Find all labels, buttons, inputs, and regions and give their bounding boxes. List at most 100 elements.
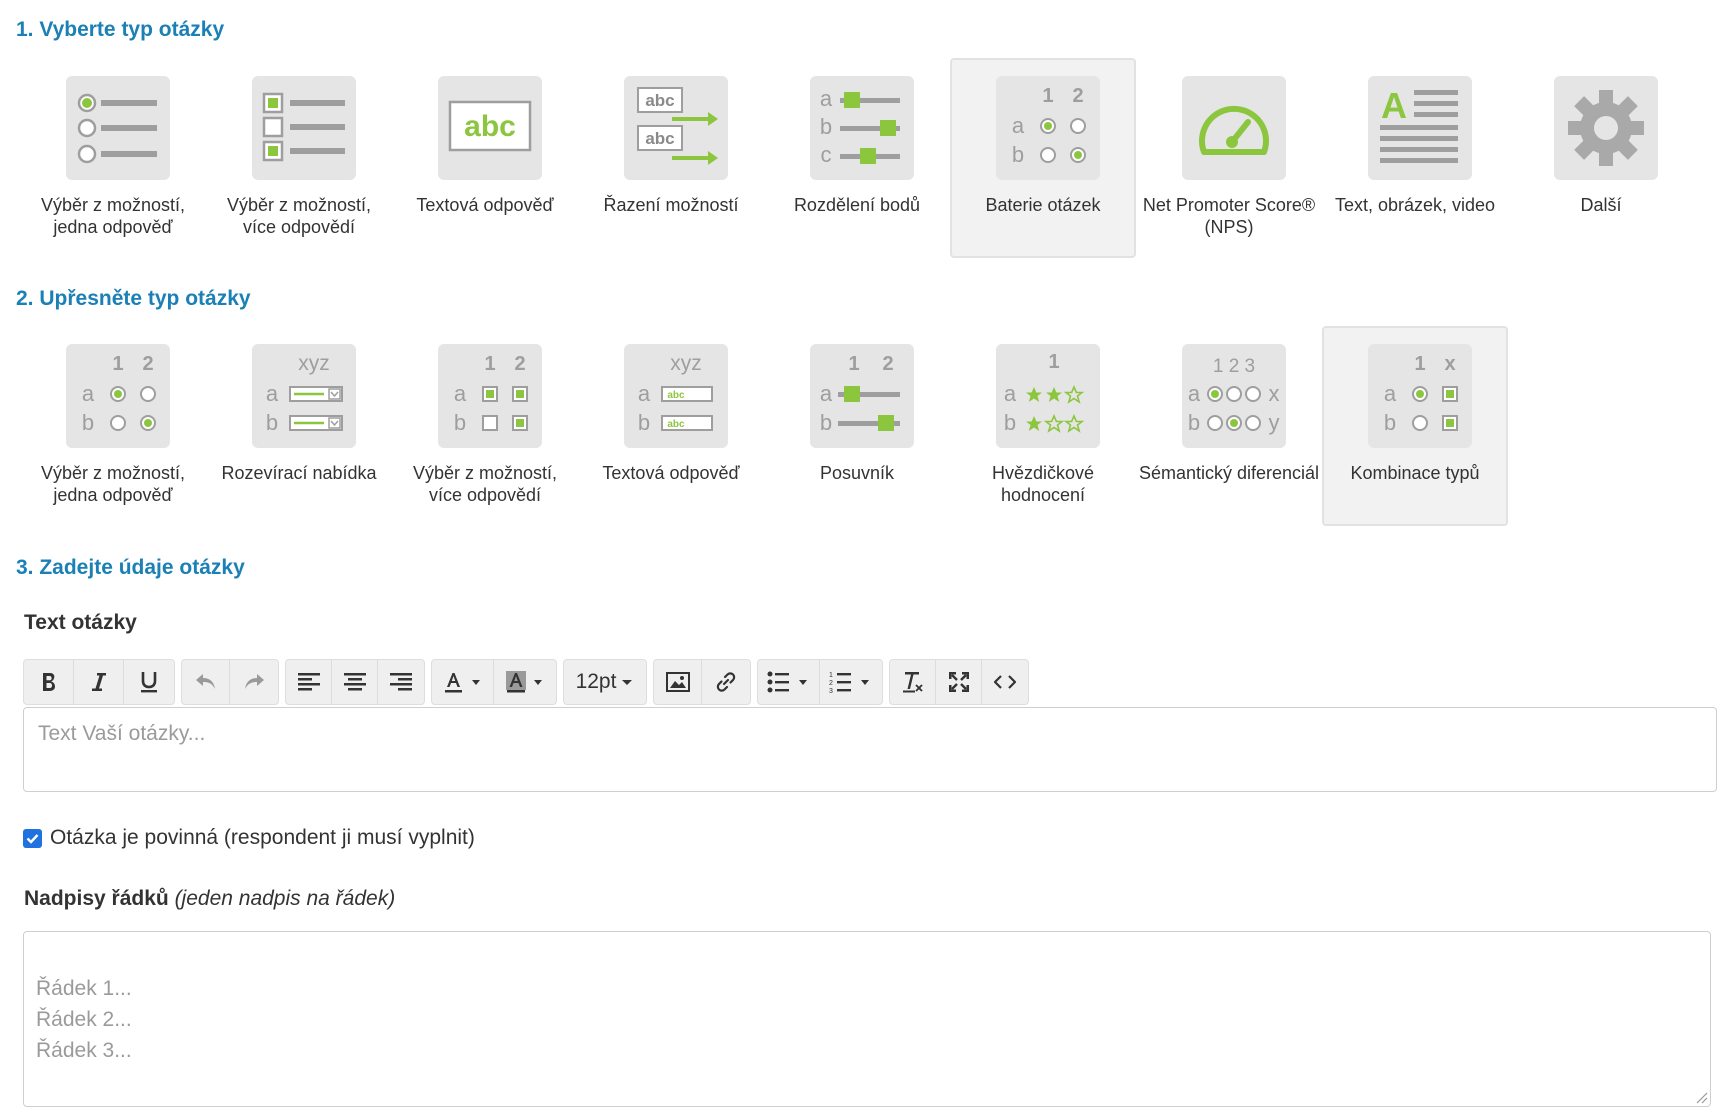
row-letter: b: [454, 410, 466, 435]
editor-placeholder: Text Vaší otázky...: [38, 722, 206, 745]
row-letter: a: [1188, 381, 1201, 406]
resize-handle-icon[interactable]: [1694, 1090, 1708, 1104]
col-number: 1: [112, 353, 123, 375]
qtype-label: Posuvník: [819, 463, 895, 483]
row-letter: b: [1188, 410, 1200, 435]
list-group: 123: [757, 659, 883, 705]
matrix-multiple-choice-icon: 1 2 a b: [438, 344, 542, 448]
qtype-single-choice[interactable]: Výběr z možností, jedna odpověď: [20, 58, 206, 258]
abc-text: abc: [464, 110, 516, 143]
col-number: 2: [1072, 85, 1083, 107]
qtype-label: Baterie otázek: [985, 195, 1101, 215]
required-option: Otázka je povinná (respondent ji musí vy…: [23, 826, 475, 850]
question-text-editor[interactable]: Text Vaší otázky...: [23, 707, 1717, 792]
row-letter: b: [266, 410, 278, 435]
underline-button[interactable]: [124, 660, 174, 704]
matrix-text-icon: xyz a b abc abc: [624, 344, 728, 448]
abc-text: abc: [667, 419, 685, 430]
col-number: 2: [514, 353, 525, 375]
qtype-text-image-video[interactable]: A Text, obrázek, video: [1322, 58, 1508, 258]
col-text: xyz: [670, 352, 702, 375]
qtype-label: Výběr z možností, více odpovědí: [412, 463, 558, 505]
col-text: 1 2 3: [1213, 356, 1255, 377]
subtype-semantic-differential[interactable]: 1 2 3 a b x y Sémantický diferenciál: [1136, 326, 1322, 526]
qtype-label: Rozevírací nabídka: [221, 463, 377, 483]
row-letter: b: [1384, 410, 1396, 435]
align-right-button[interactable]: [378, 660, 424, 704]
text-image-video-icon: A: [1368, 76, 1472, 180]
qtype-question-battery[interactable]: 1 2 a b Baterie otázek: [950, 58, 1136, 258]
history-group: [181, 659, 279, 705]
align-center-button[interactable]: [332, 660, 378, 704]
single-choice-icon: [66, 76, 170, 180]
abc-text: abc: [667, 390, 685, 401]
clear-formatting-button[interactable]: [890, 660, 936, 704]
svg-text:1: 1: [829, 672, 833, 679]
subtype-slider[interactable]: 1 2 a b Posuvník: [764, 326, 950, 526]
row-letter: x: [1269, 381, 1280, 406]
italic-icon: [91, 673, 106, 691]
qtype-multiple-choice[interactable]: Výběr z možností, více odpovědí: [206, 58, 392, 258]
semantic-differential-icon: 1 2 3 a b x y: [1182, 344, 1286, 448]
clear-formatting-icon: [902, 672, 923, 693]
italic-button[interactable]: [74, 660, 124, 704]
align-right-icon: [390, 673, 412, 691]
font-size-group: 12pt: [563, 659, 647, 705]
col-number: 1: [1042, 85, 1053, 107]
row-headings-textarea[interactable]: Řádek 1... Řádek 2... Řádek 3...: [23, 931, 1711, 1107]
align-left-button[interactable]: [286, 660, 332, 704]
qtype-text-answer[interactable]: abc Textová odpověď: [392, 58, 578, 258]
matrix-single-choice-icon: 1 2 a b: [66, 344, 170, 448]
required-checkbox[interactable]: [23, 828, 42, 848]
ranking-icon: abc abc: [624, 76, 728, 180]
qtype-label: Net Promoter Score® (NPS): [1142, 195, 1316, 237]
nps-gauge-icon: [1182, 76, 1286, 180]
code-icon: [994, 675, 1016, 689]
bullet-list-button[interactable]: [758, 660, 820, 704]
undo-button[interactable]: [182, 660, 230, 704]
matrix-slider-icon: 1 2 a b: [810, 344, 914, 448]
row-headings-hint: (jeden nadpis na řádek): [174, 887, 396, 910]
link-icon: [716, 672, 736, 692]
numbered-list-icon: 123: [829, 672, 869, 693]
text-color-button[interactable]: [432, 660, 494, 704]
subtype-dropdown[interactable]: xyz a b Rozevírací nabídka: [206, 326, 392, 526]
subtype-single-choice[interactable]: 1 2 a b Výběr z možností, jedna odpověď: [20, 326, 206, 526]
font-size-select[interactable]: 12pt: [564, 660, 646, 704]
subtype-multiple-choice[interactable]: 1 2 a b Výběr z možností, více odpovědí: [392, 326, 578, 526]
qtype-label: Textová odpověď: [416, 195, 554, 215]
matrix-star-rating-icon: 1 a b: [996, 344, 1100, 448]
insert-image-button[interactable]: [654, 660, 702, 704]
col-number: 2: [882, 353, 893, 375]
qtype-ranking[interactable]: abc abc Řazení možností: [578, 58, 764, 258]
svg-text:3: 3: [829, 688, 833, 693]
row-letter: a: [820, 381, 833, 406]
qtype-other[interactable]: Další: [1508, 58, 1694, 258]
subtype-star-rating[interactable]: 1 a b Hvězdičkové hodnocení: [950, 326, 1136, 526]
insert-group: [653, 659, 751, 705]
misc-group: [889, 659, 1029, 705]
image-icon: [665, 672, 690, 692]
qtype-nps[interactable]: Net Promoter Score® (NPS): [1136, 58, 1322, 258]
subtype-combination[interactable]: 1 x a b Kombinace typů: [1322, 326, 1508, 526]
qtype-label: Sémantický diferenciál: [1138, 463, 1320, 483]
bold-button[interactable]: [24, 660, 74, 704]
align-left-icon: [297, 673, 320, 691]
multiple-choice-icon: [252, 76, 356, 180]
col-number: 1: [1048, 351, 1059, 373]
undo-icon: [195, 674, 215, 689]
insert-link-button[interactable]: [702, 660, 750, 704]
fullscreen-button[interactable]: [936, 660, 982, 704]
align-center-icon: [343, 673, 366, 691]
qtype-point-distribution[interactable]: a b c Rozdělení bodů: [764, 58, 950, 258]
source-code-button[interactable]: [982, 660, 1028, 704]
step1-title: 1. Vyberte typ otázky: [16, 18, 225, 41]
qtype-label: Řazení možností: [603, 195, 739, 215]
required-label[interactable]: Otázka je povinná (respondent ji musí vy…: [50, 826, 475, 850]
editor-toolbar: 12pt 123: [23, 659, 1035, 705]
background-color-button[interactable]: [494, 660, 556, 704]
row-headings-label: Nadpisy řádků (jeden nadpis na řádek): [24, 887, 395, 911]
redo-button[interactable]: [230, 660, 278, 704]
numbered-list-button[interactable]: 123: [820, 660, 882, 704]
subtype-text-answer[interactable]: xyz a b abc abc Textová odpověď: [578, 326, 764, 526]
